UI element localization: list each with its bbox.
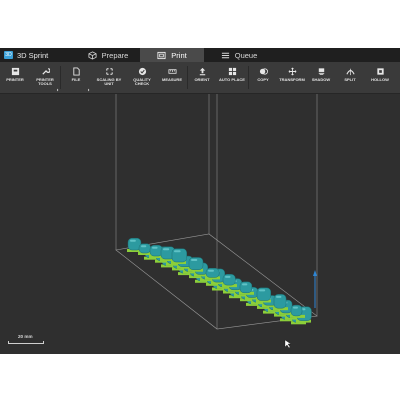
scale-bar-line [8,341,44,344]
file-button[interactable]: FILE [61,62,91,93]
mouse-cursor-icon [284,339,292,349]
grid-icon [228,67,236,76]
scaling-button[interactable]: SCALING BY UNIT [91,62,127,93]
model-highlight [163,248,170,251]
model-highlight [242,283,248,286]
3d-viewport[interactable] [0,94,400,354]
tab-queue[interactable]: Queue [204,48,274,62]
list-icon [221,52,229,58]
scaling-label: SCALING BY UNIT [96,77,122,87]
split-label: SPLIT [344,77,356,82]
toolbar: PRINTER PRINTER TOOLS FILE SCALING BY UN… [0,62,400,94]
shadow-button[interactable]: SHADOW [307,62,335,93]
copy-button[interactable]: COPY [249,62,277,93]
model-highlight [152,246,158,249]
quality-check-button[interactable]: QUALITY CHECK [127,62,157,93]
app-brand: 3D 3D Sprint [0,48,76,62]
tab-print-label: Print [171,50,187,60]
move-arrows-icon [288,67,296,76]
orient-label: ORIENT [194,77,210,82]
z-axis-arrow-icon [313,270,317,276]
transform-label: TRANSFORM [279,77,305,82]
title-tab-bar: 3D 3D Sprint Prepare Print Queue [0,48,400,62]
orient-icon [199,67,205,76]
model-highlight [174,250,181,253]
printer-label: PRINTER [6,77,24,82]
app-window: 3D 3D Sprint Prepare Print Queue PRINTER… [0,48,400,354]
model-highlight [130,239,136,242]
split-icon [345,68,355,76]
dental-model [138,243,151,254]
printer-tools-button[interactable]: PRINTER TOOLS [30,62,60,93]
file-label: FILE [71,77,81,82]
printer-tools-label: PRINTER TOOLS [36,77,54,87]
auto-place-button[interactable]: AUTO PLACE [216,62,248,93]
model-highlight [141,245,147,248]
print-icon [157,51,166,59]
dental-model [205,268,220,278]
transform-button[interactable]: TRANSFORM [277,62,307,93]
model-highlight [191,258,198,261]
copy-label: COPY [257,77,269,82]
wrench-icon [41,68,50,75]
hollow-label: HOLLOW [371,77,389,82]
auto-place-label: AUTO PLACE [219,77,245,82]
hollow-button[interactable]: HOLLOW [365,62,395,93]
cube-icon [88,50,97,60]
model-highlight [259,289,266,292]
scale-icon [105,68,113,75]
measure-button[interactable]: MEASURE [157,62,187,93]
copy-icon [259,68,268,75]
shadow-icon [318,68,324,76]
printer-button[interactable]: PRINTER [0,62,30,93]
orient-button[interactable]: ORIENT [188,62,216,93]
measure-label: MEASURE [161,77,182,82]
app-title: 3D Sprint [17,50,49,60]
model-highlight [293,306,298,309]
quality-check-label: QUALITY CHECK [133,77,151,87]
hollow-cube-icon [376,68,384,75]
printer-icon [11,67,19,76]
tab-prepare-label: Prepare [101,50,129,60]
scale-bar: 20 mm [8,334,44,346]
split-button[interactable]: SPLIT [335,62,365,93]
model-highlight [208,269,214,272]
tab-prepare[interactable]: Prepare [76,48,140,62]
shadow-label: SHADOW [311,77,331,82]
model-tray [127,237,312,325]
model-highlight [225,275,231,278]
model-highlight [276,295,282,298]
file-icon [72,67,80,76]
tab-print[interactable]: Print [140,48,204,62]
tab-queue-label: Queue [234,50,258,60]
app-logo-icon: 3D [4,51,13,59]
check-circle-icon [138,67,146,76]
scale-label: 20 mm [18,334,33,339]
dropdown-caret-icon [86,88,90,92]
build-volume-scene [115,94,318,349]
dropdown-caret-icon [55,88,59,92]
ruler-icon [167,69,177,74]
